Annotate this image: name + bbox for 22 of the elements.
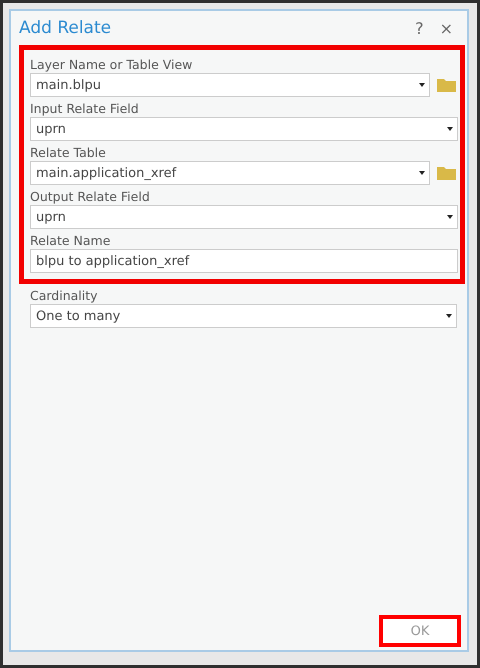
dropdown-field[interactable]: main.application_xref <box>30 161 430 185</box>
window-title: Add Relate <box>19 18 112 38</box>
field-label: Relate Name <box>30 233 112 249</box>
caret-icon <box>419 83 425 87</box>
field-label: Cardinality <box>30 288 99 304</box>
field-label: Output Relate Field <box>30 189 151 205</box>
help-button[interactable]: ? <box>407 18 432 38</box>
folder-icon[interactable] <box>436 164 458 182</box>
caret-icon <box>447 127 453 131</box>
dropdown-field[interactable]: uprn <box>30 117 458 141</box>
input-field[interactable]: blpu to application_xref <box>30 249 458 273</box>
caret-icon <box>447 215 453 219</box>
dropdown-field[interactable]: main.blpu <box>30 73 430 97</box>
close-button[interactable]: × <box>432 18 461 38</box>
field-label: Input Relate Field <box>30 101 140 117</box>
dropdown-field[interactable]: One to many <box>30 304 457 328</box>
caret-icon <box>446 314 452 318</box>
folder-icon[interactable] <box>436 76 458 94</box>
field-label: Relate Table <box>30 145 107 161</box>
dropdown-field[interactable]: uprn <box>30 205 458 229</box>
caret-icon <box>419 171 425 175</box>
field-label: Layer Name or Table View <box>30 57 194 73</box>
